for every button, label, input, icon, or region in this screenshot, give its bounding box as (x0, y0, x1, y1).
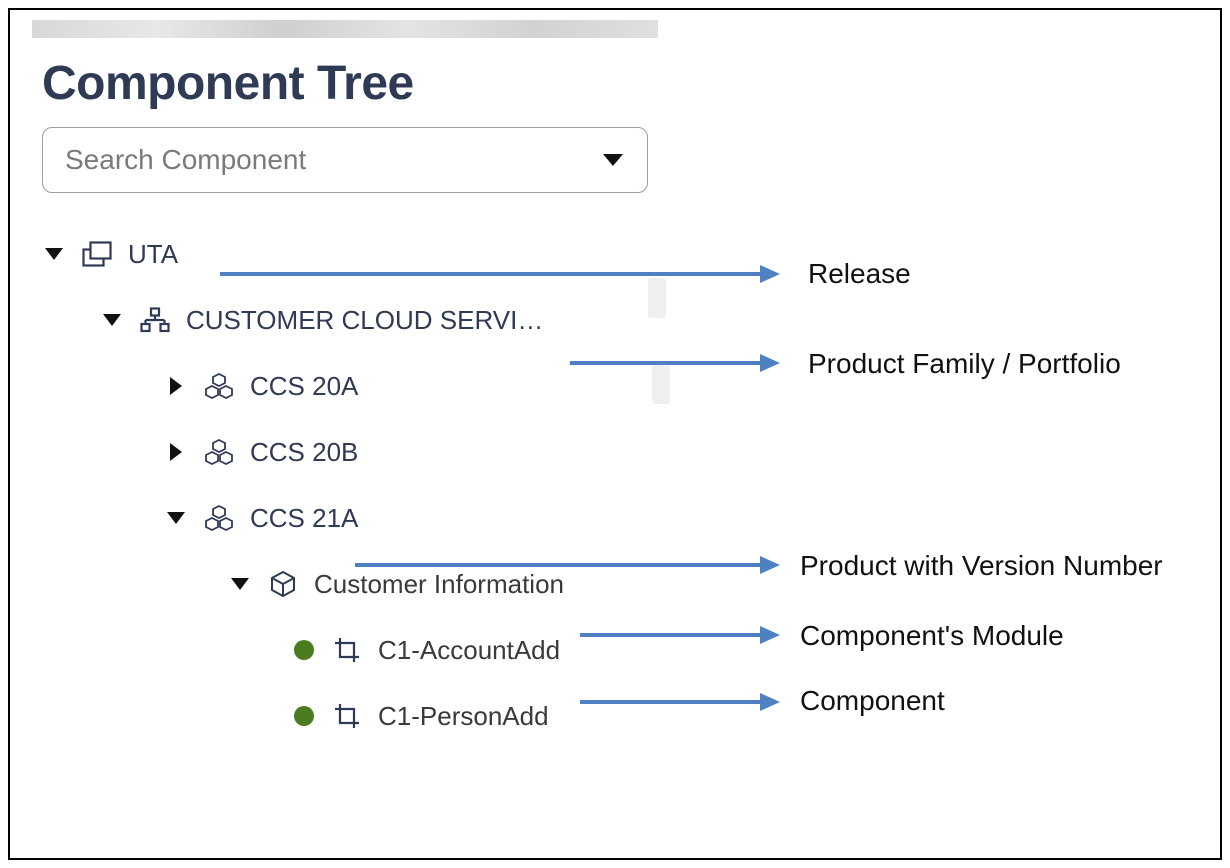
status-dot (292, 706, 316, 726)
tree-node-component[interactable]: C1-PersonAdd (42, 683, 1198, 749)
content-area: Component Tree Search Component UTA CUST… (32, 38, 1198, 848)
app-frame: Component Tree Search Component UTA CUST… (8, 8, 1222, 860)
node-label: C1-PersonAdd (378, 701, 549, 732)
annotation-component: Component (800, 685, 945, 717)
search-placeholder: Search Component (65, 144, 306, 176)
expand-toggle[interactable] (100, 314, 124, 326)
tree-node-release[interactable]: UTA (42, 221, 1198, 287)
node-label: CUSTOMER CLOUD SERVI… (186, 305, 543, 336)
chevron-right-icon (170, 443, 182, 461)
arrowhead-icon (760, 693, 780, 711)
chevron-right-icon (170, 377, 182, 395)
expand-toggle[interactable] (164, 443, 188, 461)
release-icon (80, 241, 114, 267)
component-tree: UTA CUSTOMER CLOUD SERVI… CCS 20A (42, 221, 1198, 749)
cubes-icon (202, 504, 236, 532)
node-label: C1-AccountAdd (378, 635, 560, 666)
annotation-module: Component's Module (800, 620, 1064, 652)
status-dot-icon (294, 706, 314, 726)
node-label: CCS 21A (250, 503, 358, 534)
tree-node-family[interactable]: CUSTOMER CLOUD SERVI… (42, 287, 1198, 353)
arrow-module (580, 633, 760, 637)
page-title: Component Tree (42, 56, 1198, 111)
chevron-down-icon (231, 578, 249, 590)
search-component-select[interactable]: Search Component (42, 127, 648, 193)
annotation-product-version: Product with Version Number (800, 550, 1163, 582)
scroll-hint (648, 278, 666, 318)
arrow-family (570, 361, 760, 365)
crop-icon (330, 636, 364, 664)
tree-node-product[interactable]: CCS 20B (42, 419, 1198, 485)
scroll-hint (652, 364, 670, 404)
arrowhead-icon (760, 265, 780, 283)
cubes-icon (202, 438, 236, 466)
arrowhead-icon (760, 626, 780, 644)
annotation-release: Release (808, 258, 911, 290)
chevron-down-icon (45, 248, 63, 260)
status-dot (292, 640, 316, 660)
chevron-down-icon (603, 154, 623, 166)
expand-toggle[interactable] (228, 578, 252, 590)
chevron-down-icon (103, 314, 121, 326)
node-label: CCS 20B (250, 437, 358, 468)
expand-toggle[interactable] (164, 377, 188, 395)
hierarchy-icon (138, 307, 172, 333)
expand-toggle[interactable] (164, 512, 188, 524)
arrow-product-version (355, 563, 760, 567)
tree-node-product[interactable]: CCS 21A (42, 485, 1198, 551)
arrow-component (580, 700, 760, 704)
annotation-family: Product Family / Portfolio (808, 348, 1121, 380)
package-icon (266, 570, 300, 598)
chevron-down-icon (167, 512, 185, 524)
arrowhead-icon (760, 354, 780, 372)
window-top-strip (32, 20, 658, 38)
arrow-release (220, 272, 760, 276)
arrowhead-icon (760, 556, 780, 574)
cubes-icon (202, 372, 236, 400)
node-label: UTA (128, 239, 178, 270)
node-label: Customer Information (314, 569, 564, 600)
node-label: CCS 20A (250, 371, 358, 402)
crop-icon (330, 702, 364, 730)
expand-toggle[interactable] (42, 248, 66, 260)
status-dot-icon (294, 640, 314, 660)
